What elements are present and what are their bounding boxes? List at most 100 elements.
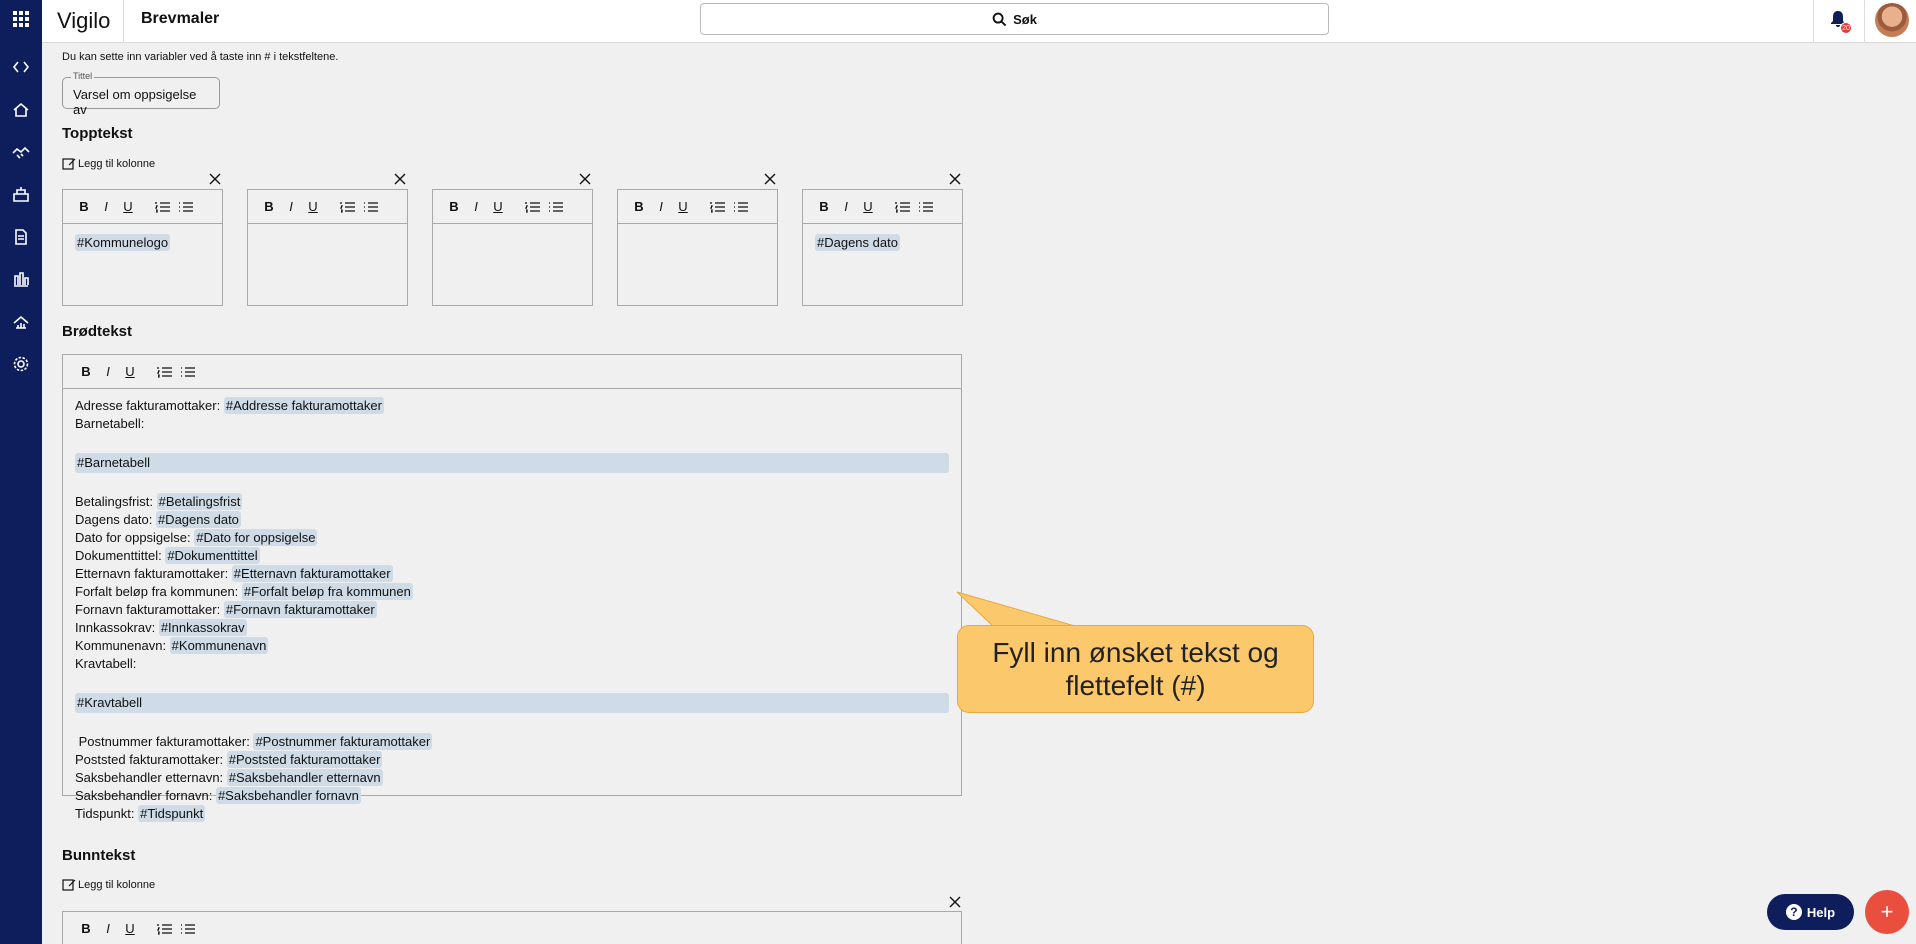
bar-chart-icon[interactable] [0, 264, 42, 294]
body-line [75, 715, 949, 733]
merge-field-tag: #Dagens dato [815, 234, 900, 251]
body-line: Etternavn fakturamottaker: #Etternavn fa… [75, 565, 949, 583]
body-line: Innkassokrav: #Innkassokrav [75, 619, 949, 637]
apps-grid-icon[interactable] [0, 4, 42, 34]
add-column-button[interactable]: Legg til kolonne [62, 158, 155, 170]
editor-content[interactable]: #Kommunelogo [63, 224, 222, 262]
editor-toolbar: B I U [63, 190, 222, 224]
ordered-list-button[interactable] [706, 201, 729, 213]
body-line: Forfalt beløp fra kommunen: #Forfalt bel… [75, 583, 949, 601]
editor-toolbar: B I U [63, 912, 961, 944]
header-column-editor[interactable]: B I U #Kommunelogo [62, 189, 223, 306]
handshake-icon[interactable] [0, 137, 42, 167]
help-button[interactable]: ? Help [1767, 894, 1854, 930]
bold-button[interactable]: B [258, 199, 280, 214]
bold-button[interactable]: B [75, 921, 97, 936]
ordered-list-button[interactable] [336, 201, 359, 213]
underline-button[interactable]: U [857, 199, 879, 214]
line-label: Saksbehandler fornavn: [75, 788, 216, 803]
body-line: Saksbehandler fornavn: #Saksbehandler fo… [75, 787, 949, 805]
remove-column-icon[interactable] [948, 172, 962, 186]
remove-column-icon[interactable] [763, 172, 777, 186]
header-column-editor[interactable]: B I U #Dagens dato [802, 189, 963, 306]
underline-button[interactable]: U [487, 199, 509, 214]
bullet-list-button[interactable] [914, 201, 937, 213]
body-line: Dato for oppsigelse: #Dato for oppsigels… [75, 529, 949, 547]
italic-button[interactable]: I [97, 921, 119, 936]
editor-content[interactable]: #Dagens dato [803, 224, 962, 262]
gear-icon[interactable] [0, 349, 42, 379]
document-icon[interactable] [0, 222, 42, 252]
line-label: Etternavn fakturamottaker: [75, 566, 232, 581]
bullet-list-button[interactable] [174, 201, 197, 213]
merge-field-tag: #Dato for oppsigelse [194, 529, 318, 546]
search-box[interactable]: Søk [700, 3, 1329, 35]
ordered-list-icon [156, 366, 172, 378]
underline-button[interactable]: U [119, 364, 141, 379]
editor-content[interactable] [618, 224, 777, 244]
home-icon[interactable] [0, 95, 42, 125]
merge-field-tag: #Saksbehandler etternavn [226, 769, 383, 786]
merge-field-block: #Kravtabell [75, 693, 949, 713]
bullet-list-button[interactable] [729, 201, 752, 213]
header-column-editor[interactable]: B I U [617, 189, 778, 306]
expand-code-icon[interactable] [0, 52, 42, 82]
merge-field-tag: #Tidspunkt [138, 805, 206, 822]
remove-column-icon[interactable] [208, 172, 222, 186]
merge-field-tag: #Saksbehandler fornavn [215, 787, 361, 804]
header-column-editor[interactable]: B I U [432, 189, 593, 306]
body-line: Tidspunkt: #Tidspunkt [75, 805, 949, 823]
bold-button[interactable]: B [813, 199, 835, 214]
editor-content[interactable] [433, 224, 592, 244]
bullet-list-button[interactable] [359, 201, 382, 213]
line-label: Dato for oppsigelse: [75, 530, 195, 545]
italic-button[interactable]: I [835, 199, 857, 214]
italic-button[interactable]: I [97, 364, 119, 379]
bullet-list-button[interactable] [176, 923, 199, 935]
nav-rail [0, 0, 42, 944]
remove-column-icon[interactable] [578, 172, 592, 186]
editor-toolbar: B I U [248, 190, 407, 224]
editor-content[interactable]: Adresse fakturamottaker: #Addresse faktu… [63, 389, 961, 831]
ordered-list-button[interactable] [151, 201, 174, 213]
bullet-list-button[interactable] [176, 366, 199, 378]
underline-button[interactable]: U [119, 921, 141, 936]
bold-button[interactable]: B [75, 364, 97, 379]
line-label: Tidspunkt: [75, 806, 139, 821]
page-title: Brevmaler [141, 10, 220, 27]
remove-column-icon[interactable] [948, 895, 962, 909]
brand-logo[interactable]: Vigilo [57, 8, 110, 34]
notification-bell-icon[interactable]: 20 [1828, 9, 1852, 34]
body-text-editor[interactable]: B I U Adresse fakturamottaker: #Addresse… [62, 354, 962, 822]
italic-button[interactable]: I [650, 199, 672, 214]
ordered-list-button[interactable] [891, 201, 914, 213]
avatar[interactable] [1875, 3, 1909, 37]
ordered-list-button[interactable] [153, 366, 176, 378]
bold-button[interactable]: B [443, 199, 465, 214]
bold-button[interactable]: B [73, 199, 95, 214]
footer-editor[interactable]: B I U [62, 911, 962, 944]
title-field[interactable]: Tittel Varsel om oppsigelse av [62, 71, 220, 117]
merge-field-tag: #Kommunelogo [75, 234, 171, 251]
italic-button[interactable]: I [95, 199, 117, 214]
house-chart-icon[interactable] [0, 307, 42, 337]
add-column-label: Legg til kolonne [78, 879, 156, 891]
add-column-button[interactable]: Legg til kolonne [62, 879, 155, 891]
underline-button[interactable]: U [672, 199, 694, 214]
underline-button[interactable]: U [302, 199, 324, 214]
bullet-list-button[interactable] [544, 201, 567, 213]
underline-button[interactable]: U [117, 199, 139, 214]
ordered-list-button[interactable] [521, 201, 544, 213]
header-column-editor[interactable]: B I U [247, 189, 408, 306]
italic-button[interactable]: I [465, 199, 487, 214]
school-icon[interactable] [0, 179, 42, 209]
add-column-label: Legg til kolonne [78, 158, 156, 170]
bold-button[interactable]: B [628, 199, 650, 214]
ordered-list-icon [154, 201, 170, 213]
add-fab-button[interactable]: + [1865, 890, 1909, 934]
italic-button[interactable]: I [280, 199, 302, 214]
line-label: Forfalt beløp fra kommunen: [75, 584, 242, 599]
remove-column-icon[interactable] [393, 172, 407, 186]
ordered-list-button[interactable] [153, 923, 176, 935]
editor-content[interactable] [248, 224, 407, 244]
